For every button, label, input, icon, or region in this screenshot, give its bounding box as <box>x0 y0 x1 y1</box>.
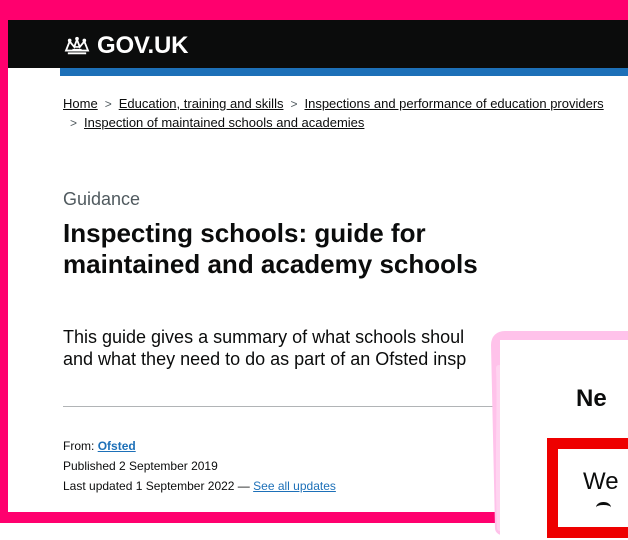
breadcrumb-home-link[interactable]: Home <box>63 94 98 113</box>
chevron-right-icon: > <box>290 96 298 111</box>
summary-line-1: This guide gives a summary of what schoo… <box>63 327 465 347</box>
breadcrumb-education-link[interactable]: Education, training and skills <box>119 94 284 113</box>
chevron-right-icon: > <box>104 96 112 111</box>
header-blue-accent <box>60 68 628 76</box>
crown-icon <box>64 36 90 55</box>
last-updated-date: Last updated 1 September 2022 — <box>63 479 250 493</box>
published-date: Published 2 September 2019 <box>63 459 218 473</box>
popup-title: Ne <box>576 385 607 412</box>
last-updated-row: Last updated 1 September 2022 — See all … <box>63 476 336 496</box>
breadcrumb: Home > Education, training and skills > … <box>63 94 628 132</box>
summary-line-2: and what they need to do as part of an O… <box>63 349 467 369</box>
page-title: Inspecting schools: guide for maintained… <box>63 218 478 279</box>
document-type: Guidance <box>63 189 141 209</box>
document-metadata: From: Ofsted Published 2 September 2019 … <box>63 436 336 496</box>
popup-highlighted-message: We <box>547 438 628 538</box>
partial-popup-panel: Ne We <box>500 340 628 540</box>
breadcrumb-row-primary: Home > Education, training and skills > … <box>63 94 628 113</box>
see-all-updates-link[interactable]: See all updates <box>253 479 336 493</box>
breadcrumb-inspections-link[interactable]: Inspections and performance of education… <box>304 94 603 113</box>
page-frame: GOV.UK Home > Education, training and sk… <box>0 0 628 540</box>
breadcrumb-maintained-schools-link[interactable]: Inspection of maintained schools and aca… <box>84 113 364 132</box>
govuk-logo-link[interactable]: GOV.UK <box>63 34 188 58</box>
ofsted-link[interactable]: Ofsted <box>98 439 136 453</box>
popup-message-text: We <box>583 468 619 505</box>
govuk-logo-text: GOV.UK <box>97 32 189 59</box>
breadcrumb-row-secondary: > Inspection of maintained schools and a… <box>63 113 628 132</box>
from-row: From: Ofsted <box>63 436 336 456</box>
chevron-right-icon: > <box>70 115 78 130</box>
site-header: GOV.UK <box>8 20 628 68</box>
from-label: From: <box>63 439 95 453</box>
